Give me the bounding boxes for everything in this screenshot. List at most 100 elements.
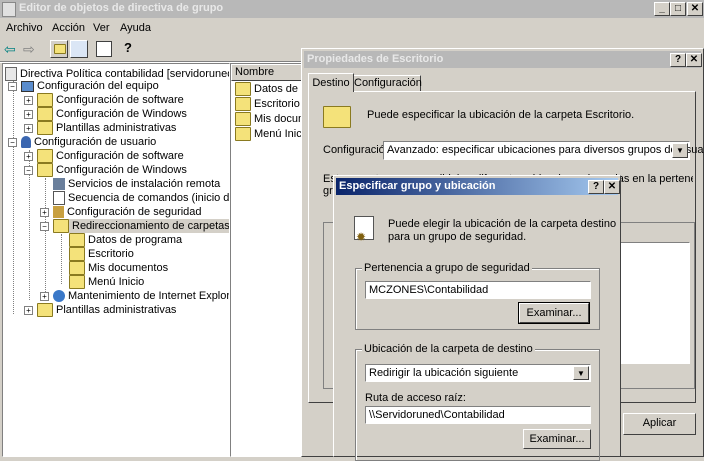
show-hide-tree-icon[interactable]: [70, 40, 88, 58]
group-dialog-help-button[interactable]: ?: [588, 180, 604, 194]
tree-item-label: Datos de programa: [88, 234, 183, 246]
column-header-name[interactable]: Nombre: [231, 64, 311, 81]
user-icon: [21, 136, 31, 149]
close-button[interactable]: ✕: [687, 2, 703, 16]
browse-group-button[interactable]: Examinar...: [518, 302, 590, 324]
list-pane[interactable]: Nombre Datos de pr Escritorio Mis docume…: [230, 63, 312, 457]
tab-label: Destino: [312, 77, 350, 89]
tree-item-start-menu[interactable]: Menú Inicio: [69, 275, 145, 290]
expand-toggle[interactable]: +: [24, 110, 33, 119]
tree-item-scripts[interactable]: Secuencia de comandos (inicio de se: [53, 191, 229, 206]
tree-item-label: Configuración de Windows: [56, 164, 187, 176]
tab-destino[interactable]: Destino: [308, 73, 354, 92]
tree-item-remote-install[interactable]: Servicios de instalación remota: [53, 177, 220, 191]
chevron-down-icon[interactable]: ▼: [573, 366, 589, 380]
menu-ver[interactable]: Ver: [93, 22, 110, 34]
location-select[interactable]: Redirigir la ubicación siguiente ▼: [365, 364, 591, 382]
tree-item-my-documents[interactable]: Mis documentos: [69, 261, 168, 276]
tree-pane[interactable]: Directiva Política contabilidad [servido…: [2, 63, 230, 457]
apply-button[interactable]: Aplicar: [623, 413, 696, 435]
folder-icon: [235, 112, 251, 127]
forward-arrow-icon[interactable]: ⇨: [23, 41, 35, 58]
expand-toggle[interactable]: +: [24, 124, 33, 133]
folder-icon: [37, 149, 53, 164]
tree-item-admin-templates[interactable]: Plantillas administrativas: [37, 121, 177, 136]
tree-item-user-admin-templates[interactable]: Plantillas administrativas: [37, 303, 176, 318]
folder-open-icon: [53, 219, 69, 234]
config-select[interactable]: Avanzado: especificar ubicaciones para d…: [383, 141, 704, 160]
folder-icon: [235, 97, 251, 112]
script-icon: [53, 191, 65, 206]
tree-item-label: Configuración del equipo: [37, 80, 159, 92]
folder-icon: [37, 107, 53, 122]
properties-info-text: Puede especificar la ubicación de la car…: [367, 109, 635, 121]
install-icon: [53, 178, 65, 191]
expand-toggle[interactable]: +: [24, 306, 33, 315]
list-item[interactable]: Escritorio: [235, 97, 300, 112]
tree-item-label: Configuración de software: [56, 150, 184, 162]
folder-icon: [37, 93, 53, 108]
collapse-toggle[interactable]: −: [24, 166, 33, 175]
tree-item-label: Menú Inicio: [88, 276, 145, 288]
tree-item-computer-config[interactable]: Configuración del equipo: [21, 79, 159, 93]
properties-help-button[interactable]: ?: [670, 53, 686, 67]
tree-item-user-windows-settings[interactable]: Configuración de Windows: [37, 163, 187, 178]
collapse-toggle[interactable]: −: [8, 138, 17, 147]
gear-icon: ✹: [356, 230, 367, 244]
root-path-label: Ruta de acceso raíz:: [365, 392, 466, 404]
expand-toggle[interactable]: +: [24, 96, 33, 105]
expand-toggle[interactable]: +: [40, 208, 49, 217]
tab-label: Configuración: [354, 77, 422, 89]
tree-item-label: Configuración de seguridad: [67, 206, 202, 218]
tree-item-user-software-settings[interactable]: Configuración de software: [37, 149, 184, 164]
location-select-value: Redirigir la ubicación siguiente: [369, 367, 519, 379]
ie-icon: [53, 290, 65, 303]
tree-item-folder-redirection[interactable]: Redireccionamiento de carpetas: [53, 219, 229, 234]
tree-item-app-data[interactable]: Datos de programa: [69, 233, 183, 248]
security-icon: [53, 206, 64, 219]
collapse-toggle[interactable]: −: [8, 82, 17, 91]
tree-item-user-config[interactable]: Configuración de usuario: [21, 135, 156, 149]
tree-item-security-settings[interactable]: Configuración de seguridad: [53, 205, 202, 219]
expand-toggle[interactable]: +: [40, 292, 49, 301]
expand-toggle[interactable]: +: [24, 152, 33, 161]
browse-path-button[interactable]: Examinar...: [523, 429, 591, 449]
group-info-line2: para un grupo de seguridad.: [388, 231, 527, 243]
tree-item-software-settings[interactable]: Configuración de software: [37, 93, 184, 108]
menu-ayuda[interactable]: Ayuda: [120, 22, 151, 34]
chevron-down-icon[interactable]: ▼: [672, 143, 688, 158]
maximize-button[interactable]: □: [670, 2, 686, 16]
list-item[interactable]: Datos de pr: [235, 82, 311, 97]
location-legend: Ubicación de la carpeta de destino: [362, 343, 535, 355]
help-icon[interactable]: ?: [124, 40, 132, 55]
menu-archivo[interactable]: Archivo: [6, 22, 43, 34]
root-path-field[interactable]: \\Servidoruned\Contabilidad: [365, 406, 591, 424]
tree-item-label: Configuración de usuario: [34, 136, 157, 148]
column-header-label: Nombre: [235, 66, 275, 78]
menu-accion[interactable]: Acción: [52, 22, 85, 34]
folder-icon: [37, 121, 53, 136]
group-dialog-close-button[interactable]: ✕: [604, 180, 620, 194]
minimize-button[interactable]: _: [654, 2, 670, 16]
tree-item-label: Plantillas administrativas: [56, 122, 177, 134]
browse-path-label: Examinar...: [529, 433, 585, 445]
properties-title-bar: Propiedades de Escritorio ? ✕: [304, 51, 702, 68]
folder-icon: [37, 163, 53, 178]
tree-item-ie-maintenance[interactable]: Mantenimiento de Internet Explorer: [53, 289, 230, 303]
export-list-icon[interactable]: [96, 41, 112, 57]
list-item[interactable]: Menú Inicio: [235, 127, 310, 142]
folder-icon: [69, 247, 85, 262]
tree-item-desktop[interactable]: Escritorio: [69, 247, 134, 262]
properties-close-button[interactable]: ✕: [686, 53, 702, 67]
group-location-dialog: Especificar grupo y ubicación ? ✕ ✹ Pued…: [333, 175, 621, 461]
folder-icon: [323, 106, 351, 128]
properties-title: Propiedades de Escritorio: [307, 53, 444, 65]
tab-configuracion[interactable]: Configuración: [353, 75, 422, 91]
tree-item-label: Mantenimiento de Internet Explorer: [68, 290, 230, 302]
tree-item-windows-settings[interactable]: Configuración de Windows: [37, 107, 187, 122]
collapse-toggle[interactable]: −: [40, 222, 49, 231]
security-group-field[interactable]: MCZONES\Contabilidad: [365, 281, 591, 299]
back-arrow-icon[interactable]: ⇦: [4, 41, 16, 58]
policy-icon: [5, 67, 17, 82]
up-folder-icon[interactable]: [50, 40, 68, 58]
